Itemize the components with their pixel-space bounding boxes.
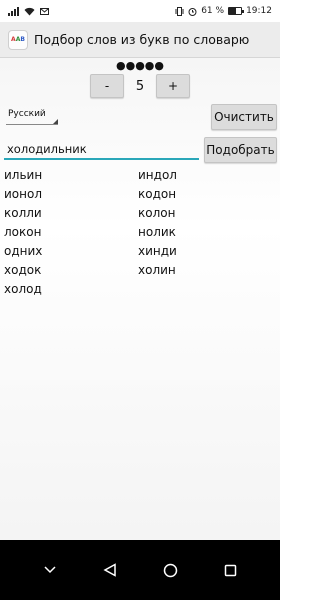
status-left bbox=[8, 6, 49, 16]
status-right: 61 % 19:12 bbox=[175, 6, 272, 16]
list-item[interactable]: кодон bbox=[138, 185, 274, 204]
list-item[interactable]: локон bbox=[4, 223, 140, 242]
length-dots: ●●●●● bbox=[116, 59, 164, 72]
list-item[interactable]: индол bbox=[138, 166, 274, 185]
logo-letter: B bbox=[20, 36, 25, 43]
vibrate-icon bbox=[175, 6, 184, 16]
signal-icon bbox=[8, 6, 19, 16]
dropdown-arrow-icon bbox=[53, 119, 58, 124]
nav-back-button[interactable] bbox=[101, 561, 119, 579]
main-content: ●●●●● - 5 + Русский Очистить Подобрать и… bbox=[0, 58, 280, 540]
letters-input[interactable] bbox=[4, 140, 199, 160]
decrement-button[interactable]: - bbox=[90, 74, 124, 98]
list-item[interactable]: ходок bbox=[4, 261, 140, 280]
length-value: 5 bbox=[135, 78, 145, 94]
language-value: Русский bbox=[8, 109, 46, 119]
clock: 19:12 bbox=[246, 6, 272, 16]
app-logo-icon: AAB bbox=[8, 29, 28, 50]
nav-recents-button[interactable] bbox=[221, 561, 239, 579]
status-bar: 61 % 19:12 bbox=[0, 0, 280, 22]
list-item[interactable]: колли bbox=[4, 204, 140, 223]
battery-percent: 61 % bbox=[201, 6, 225, 16]
length-stepper: - 5 + bbox=[90, 74, 190, 98]
results-list: ильин ионол колли локон одних ходок холо… bbox=[4, 166, 274, 299]
list-item[interactable]: нолик bbox=[138, 223, 274, 242]
list-item[interactable]: ионол bbox=[4, 185, 140, 204]
chevron-down-icon bbox=[44, 566, 56, 574]
results-column-1: ильин ионол колли локон одних ходок холо… bbox=[4, 166, 140, 299]
increment-button[interactable]: + bbox=[156, 74, 190, 98]
list-item[interactable]: ильин bbox=[4, 166, 140, 185]
results-column-2: индол кодон колон нолик хинди холин bbox=[138, 166, 274, 299]
list-item[interactable]: холин bbox=[138, 261, 274, 280]
clear-button[interactable]: Очистить bbox=[211, 104, 277, 130]
alarm-icon bbox=[188, 7, 197, 16]
battery-icon bbox=[228, 7, 245, 15]
list-item[interactable]: одних bbox=[4, 242, 140, 261]
nav-hide-button[interactable] bbox=[41, 561, 59, 579]
home-circle-icon bbox=[163, 563, 177, 577]
system-nav-bar bbox=[0, 540, 280, 600]
list-item[interactable]: холод bbox=[4, 280, 140, 299]
language-select[interactable]: Русский bbox=[6, 109, 58, 125]
back-triangle-icon bbox=[103, 563, 116, 577]
list-item[interactable]: колон bbox=[138, 204, 274, 223]
wifi-icon bbox=[24, 7, 35, 15]
app-title: Подбор слов из букв по словарю bbox=[34, 32, 250, 47]
nav-home-button[interactable] bbox=[161, 561, 179, 579]
recents-square-icon bbox=[224, 564, 236, 576]
pick-words-button[interactable]: Подобрать bbox=[204, 137, 277, 163]
app-bar: AAB Подбор слов из букв по словарю bbox=[0, 22, 280, 58]
list-item[interactable]: хинди bbox=[138, 242, 274, 261]
notification-icon bbox=[40, 7, 49, 15]
